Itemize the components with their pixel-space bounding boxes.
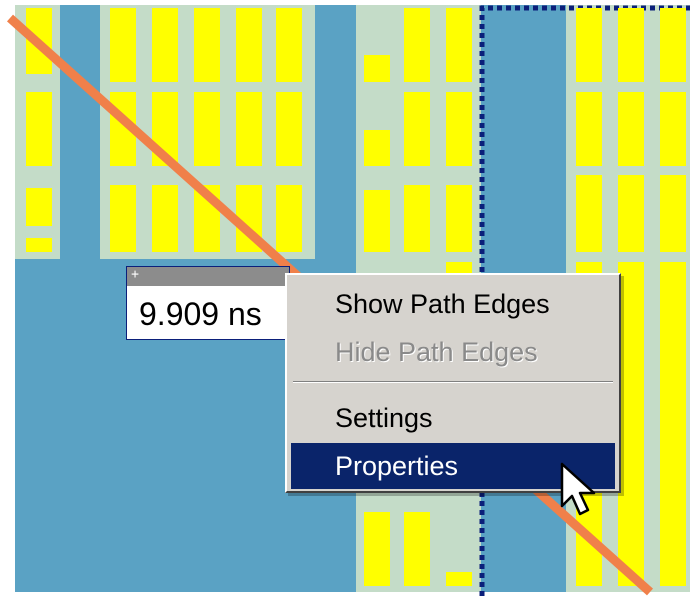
logic-cell (660, 175, 686, 252)
logic-cell (446, 92, 472, 166)
floorplan-canvas[interactable]: + 9.909 ns Show Path Edges Hide Path Edg… (0, 0, 690, 597)
logic-cell (152, 8, 178, 82)
arrow-cursor-icon (560, 462, 596, 516)
context-menu: Show Path Edges Hide Path Edges Settings… (285, 273, 621, 493)
logic-cell (364, 512, 390, 586)
logic-cell (276, 185, 302, 252)
logic-cell (576, 175, 602, 252)
logic-cell (110, 185, 136, 252)
logic-cell (194, 8, 220, 82)
logic-cell (404, 512, 430, 586)
logic-cell (618, 92, 644, 166)
logic-cell (110, 8, 136, 82)
delay-label-titlebar[interactable]: + (126, 266, 290, 288)
logic-cell (364, 55, 390, 82)
logic-cell (26, 188, 52, 226)
logic-cell (152, 185, 178, 252)
logic-cell (446, 185, 472, 252)
logic-cell (618, 175, 644, 252)
menu-item-settings[interactable]: Settings (291, 395, 615, 441)
logic-cell (618, 8, 644, 82)
logic-cell (660, 92, 686, 166)
logic-cell (660, 262, 686, 586)
logic-cell (276, 92, 302, 166)
logic-cell (236, 8, 262, 82)
move-grip-icon[interactable]: + (129, 268, 141, 281)
logic-cell (404, 8, 430, 82)
delay-value: 9.909 ns (139, 296, 262, 332)
logic-cell (276, 8, 302, 82)
logic-cell (446, 8, 472, 82)
logic-cell (446, 572, 472, 586)
logic-cell (618, 262, 644, 586)
logic-cell (194, 92, 220, 166)
logic-cell (26, 238, 52, 252)
logic-cell (660, 8, 686, 82)
menu-separator (293, 381, 613, 383)
menu-item-hide-path-edges: Hide Path Edges (335, 337, 538, 367)
logic-cell (364, 130, 390, 166)
logic-cell (576, 8, 602, 82)
logic-cell (236, 92, 262, 166)
logic-cell (404, 185, 430, 252)
logic-cell (364, 190, 390, 252)
logic-cell (404, 92, 430, 166)
menu-item-show-path-edges[interactable]: Show Path Edges (291, 281, 615, 327)
delay-label[interactable]: + 9.909 ns (126, 266, 290, 342)
logic-cell (26, 92, 52, 166)
logic-cell (576, 92, 602, 166)
delay-label-box: 9.909 ns (126, 286, 288, 340)
